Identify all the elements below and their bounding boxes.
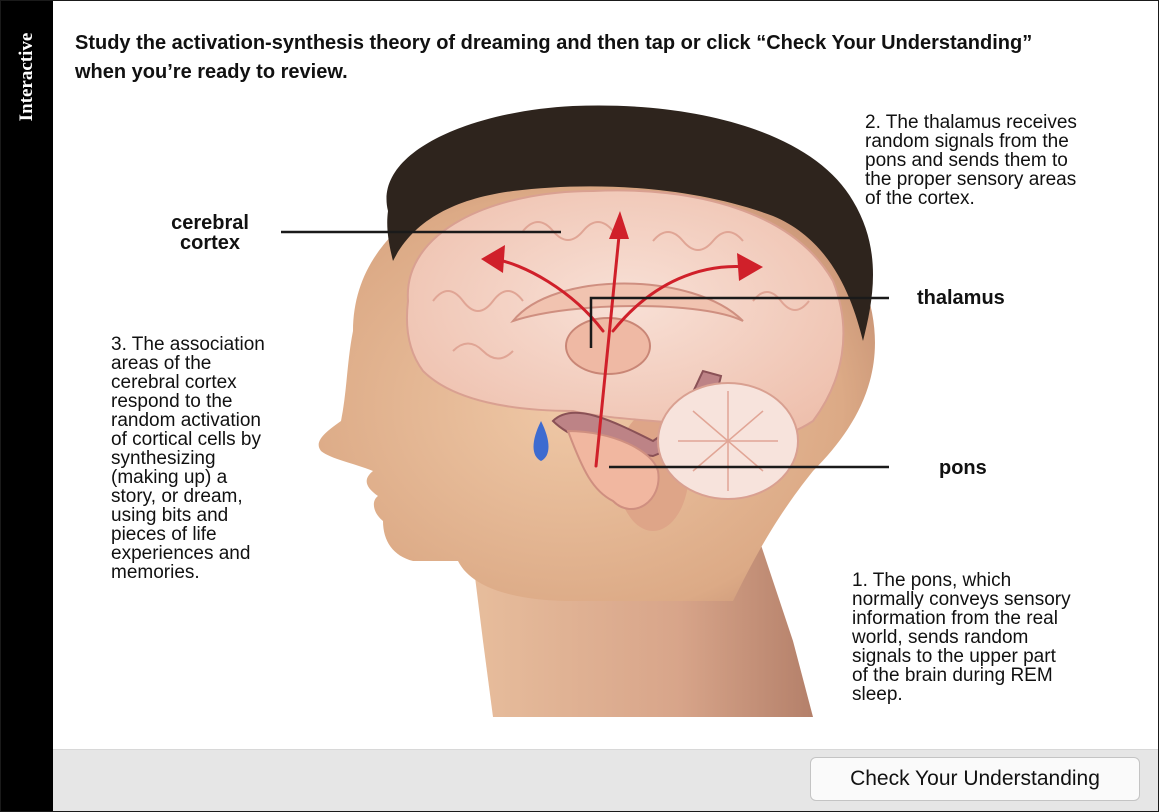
sidebar-label: Interactive (16, 32, 37, 122)
cerebral-cortex-label: cerebral cortex (155, 213, 265, 253)
step-3-line: areas of the (111, 353, 212, 374)
pons-label: pons (939, 457, 987, 479)
thalamus-label: thalamus (917, 287, 1005, 309)
step-3-line: 3. The association (111, 334, 265, 355)
step-3-line: random activation (111, 410, 261, 431)
step-2-line: 2. The thalamus receives (865, 112, 1077, 133)
step-2-line: the proper sensory areas (865, 169, 1077, 190)
step-1-line: 1. The pons, which (852, 570, 1012, 591)
interactive-frame: Interactive Study the activation-synthes… (0, 0, 1159, 812)
step-1-line: signals to the upper part (852, 646, 1056, 667)
step-2-line: random signals from the (865, 131, 1069, 152)
instructions-text: Study the activation-synthesis theory of… (75, 32, 1033, 83)
step-2-description: 2. The thalamus receives random signals … (865, 113, 1077, 208)
cerebral-cortex-label-line1: cerebral (171, 212, 249, 234)
step-3-line: (making up) a (111, 467, 228, 488)
step-2-line: pons and sends them to (865, 150, 1068, 171)
step-3-line: synthesizing (111, 448, 216, 469)
step-2-line: of the cortex. (865, 188, 975, 209)
step-3-line: cerebral cortex (111, 372, 237, 393)
step-1-line: normally conveys sensory (852, 589, 1071, 610)
step-1-line: of the brain during REM (852, 665, 1053, 686)
check-your-understanding-button[interactable]: Check Your Understanding (810, 757, 1140, 801)
step-3-line: using bits and (111, 505, 229, 526)
footer-bar: Check Your Understanding (53, 749, 1158, 811)
step-3-description: 3. The association areas of the cerebral… (111, 335, 265, 582)
step-3-line: memories. (111, 562, 200, 583)
content-area: Study the activation-synthesis theory of… (53, 1, 1158, 811)
step-1-line: sleep. (852, 684, 903, 705)
cerebral-cortex-label-line2: cortex (179, 232, 241, 254)
step-3-line: of cortical cells by (111, 429, 261, 450)
step-3-line: pieces of life (111, 524, 217, 545)
step-1-line: information from the real (852, 608, 1058, 629)
step-3-line: respond to the (111, 391, 233, 412)
step-3-line: story, or dream, (111, 486, 243, 507)
step-3-line: experiences and (111, 543, 251, 564)
sidebar-tab: Interactive (1, 1, 53, 811)
step-1-line: world, sends random (852, 627, 1029, 648)
step-1-description: 1. The pons, which normally conveys sens… (852, 571, 1071, 704)
